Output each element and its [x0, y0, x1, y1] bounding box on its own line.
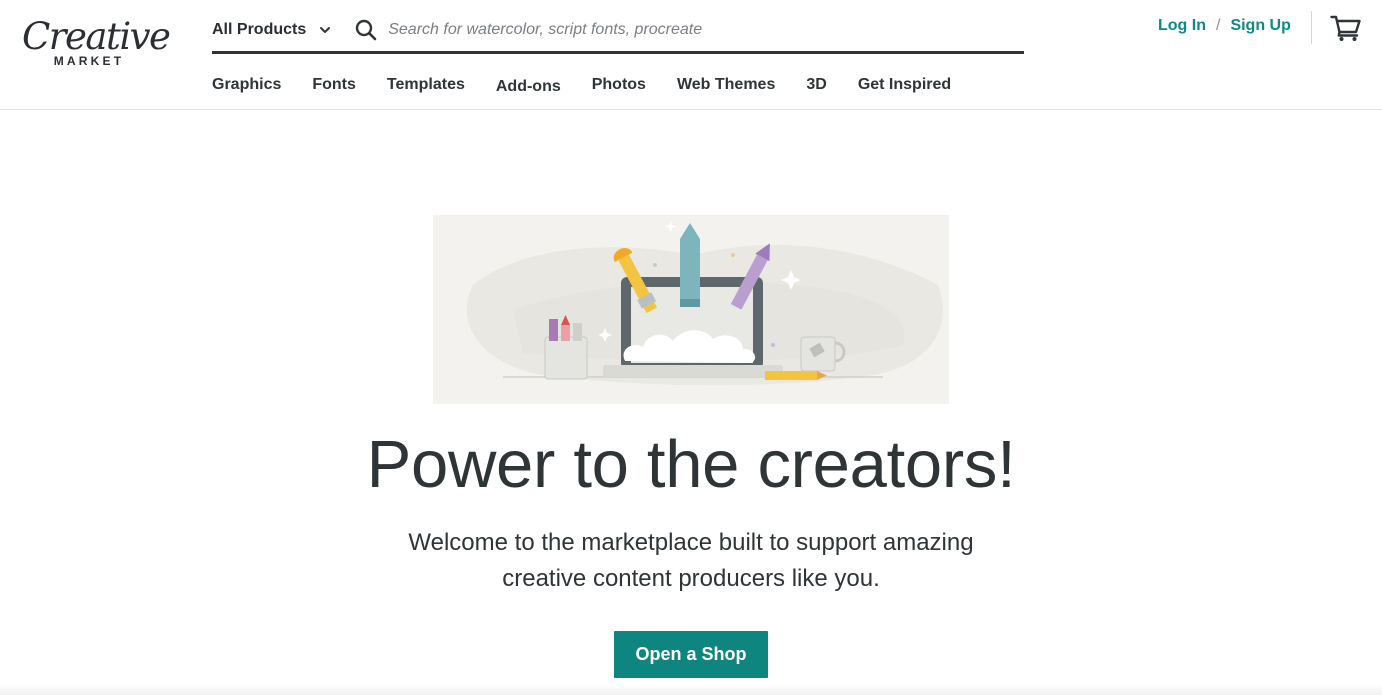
nav-item-3d[interactable]: 3D: [806, 76, 826, 96]
category-dropdown[interactable]: All Products: [212, 14, 332, 46]
hero-title: Power to the creators!: [366, 427, 1016, 502]
nav-item-templates[interactable]: Templates: [387, 76, 465, 96]
cart-icon[interactable]: [1330, 14, 1362, 42]
chevron-down-icon: [318, 23, 332, 37]
auth-separator: /: [1215, 17, 1221, 34]
main-nav: Graphics Fonts Templates Add-ons Photos …: [212, 76, 982, 96]
logo[interactable]: Creative MARKET: [22, 15, 171, 72]
site-header: Creative MARKET All Products Log In / Si…: [0, 0, 1382, 110]
nav-item-graphics[interactable]: Graphics: [212, 76, 281, 96]
header-divider: [1311, 11, 1312, 44]
logo-wordmark: Creative: [22, 15, 171, 58]
nav-item-fonts[interactable]: Fonts: [312, 76, 356, 96]
search-input[interactable]: [388, 14, 1024, 45]
bottom-fade: [0, 684, 1382, 695]
nav-item-add-ons[interactable]: Add-ons: [496, 78, 561, 96]
open-shop-button[interactable]: Open a Shop: [614, 631, 768, 678]
search-icon[interactable]: [354, 18, 378, 42]
nav-item-photos[interactable]: Photos: [592, 76, 646, 96]
search-bar: All Products: [212, 14, 1024, 54]
login-link[interactable]: Log In: [1158, 17, 1206, 35]
hero-subtitle: Welcome to the marketplace built to supp…: [391, 525, 991, 597]
hero-subtitle-line-2: creative content producers like you.: [502, 565, 880, 592]
hero-illustration: [433, 215, 949, 404]
nav-item-web-themes[interactable]: Web Themes: [677, 76, 775, 96]
signup-link[interactable]: Sign Up: [1230, 17, 1290, 35]
auth-links: Log In / Sign Up: [1158, 17, 1291, 35]
category-label: All Products: [212, 20, 307, 38]
nav-item-get-inspired[interactable]: Get Inspired: [858, 76, 951, 96]
hero-subtitle-line-1: Welcome to the marketplace built to supp…: [408, 529, 974, 556]
